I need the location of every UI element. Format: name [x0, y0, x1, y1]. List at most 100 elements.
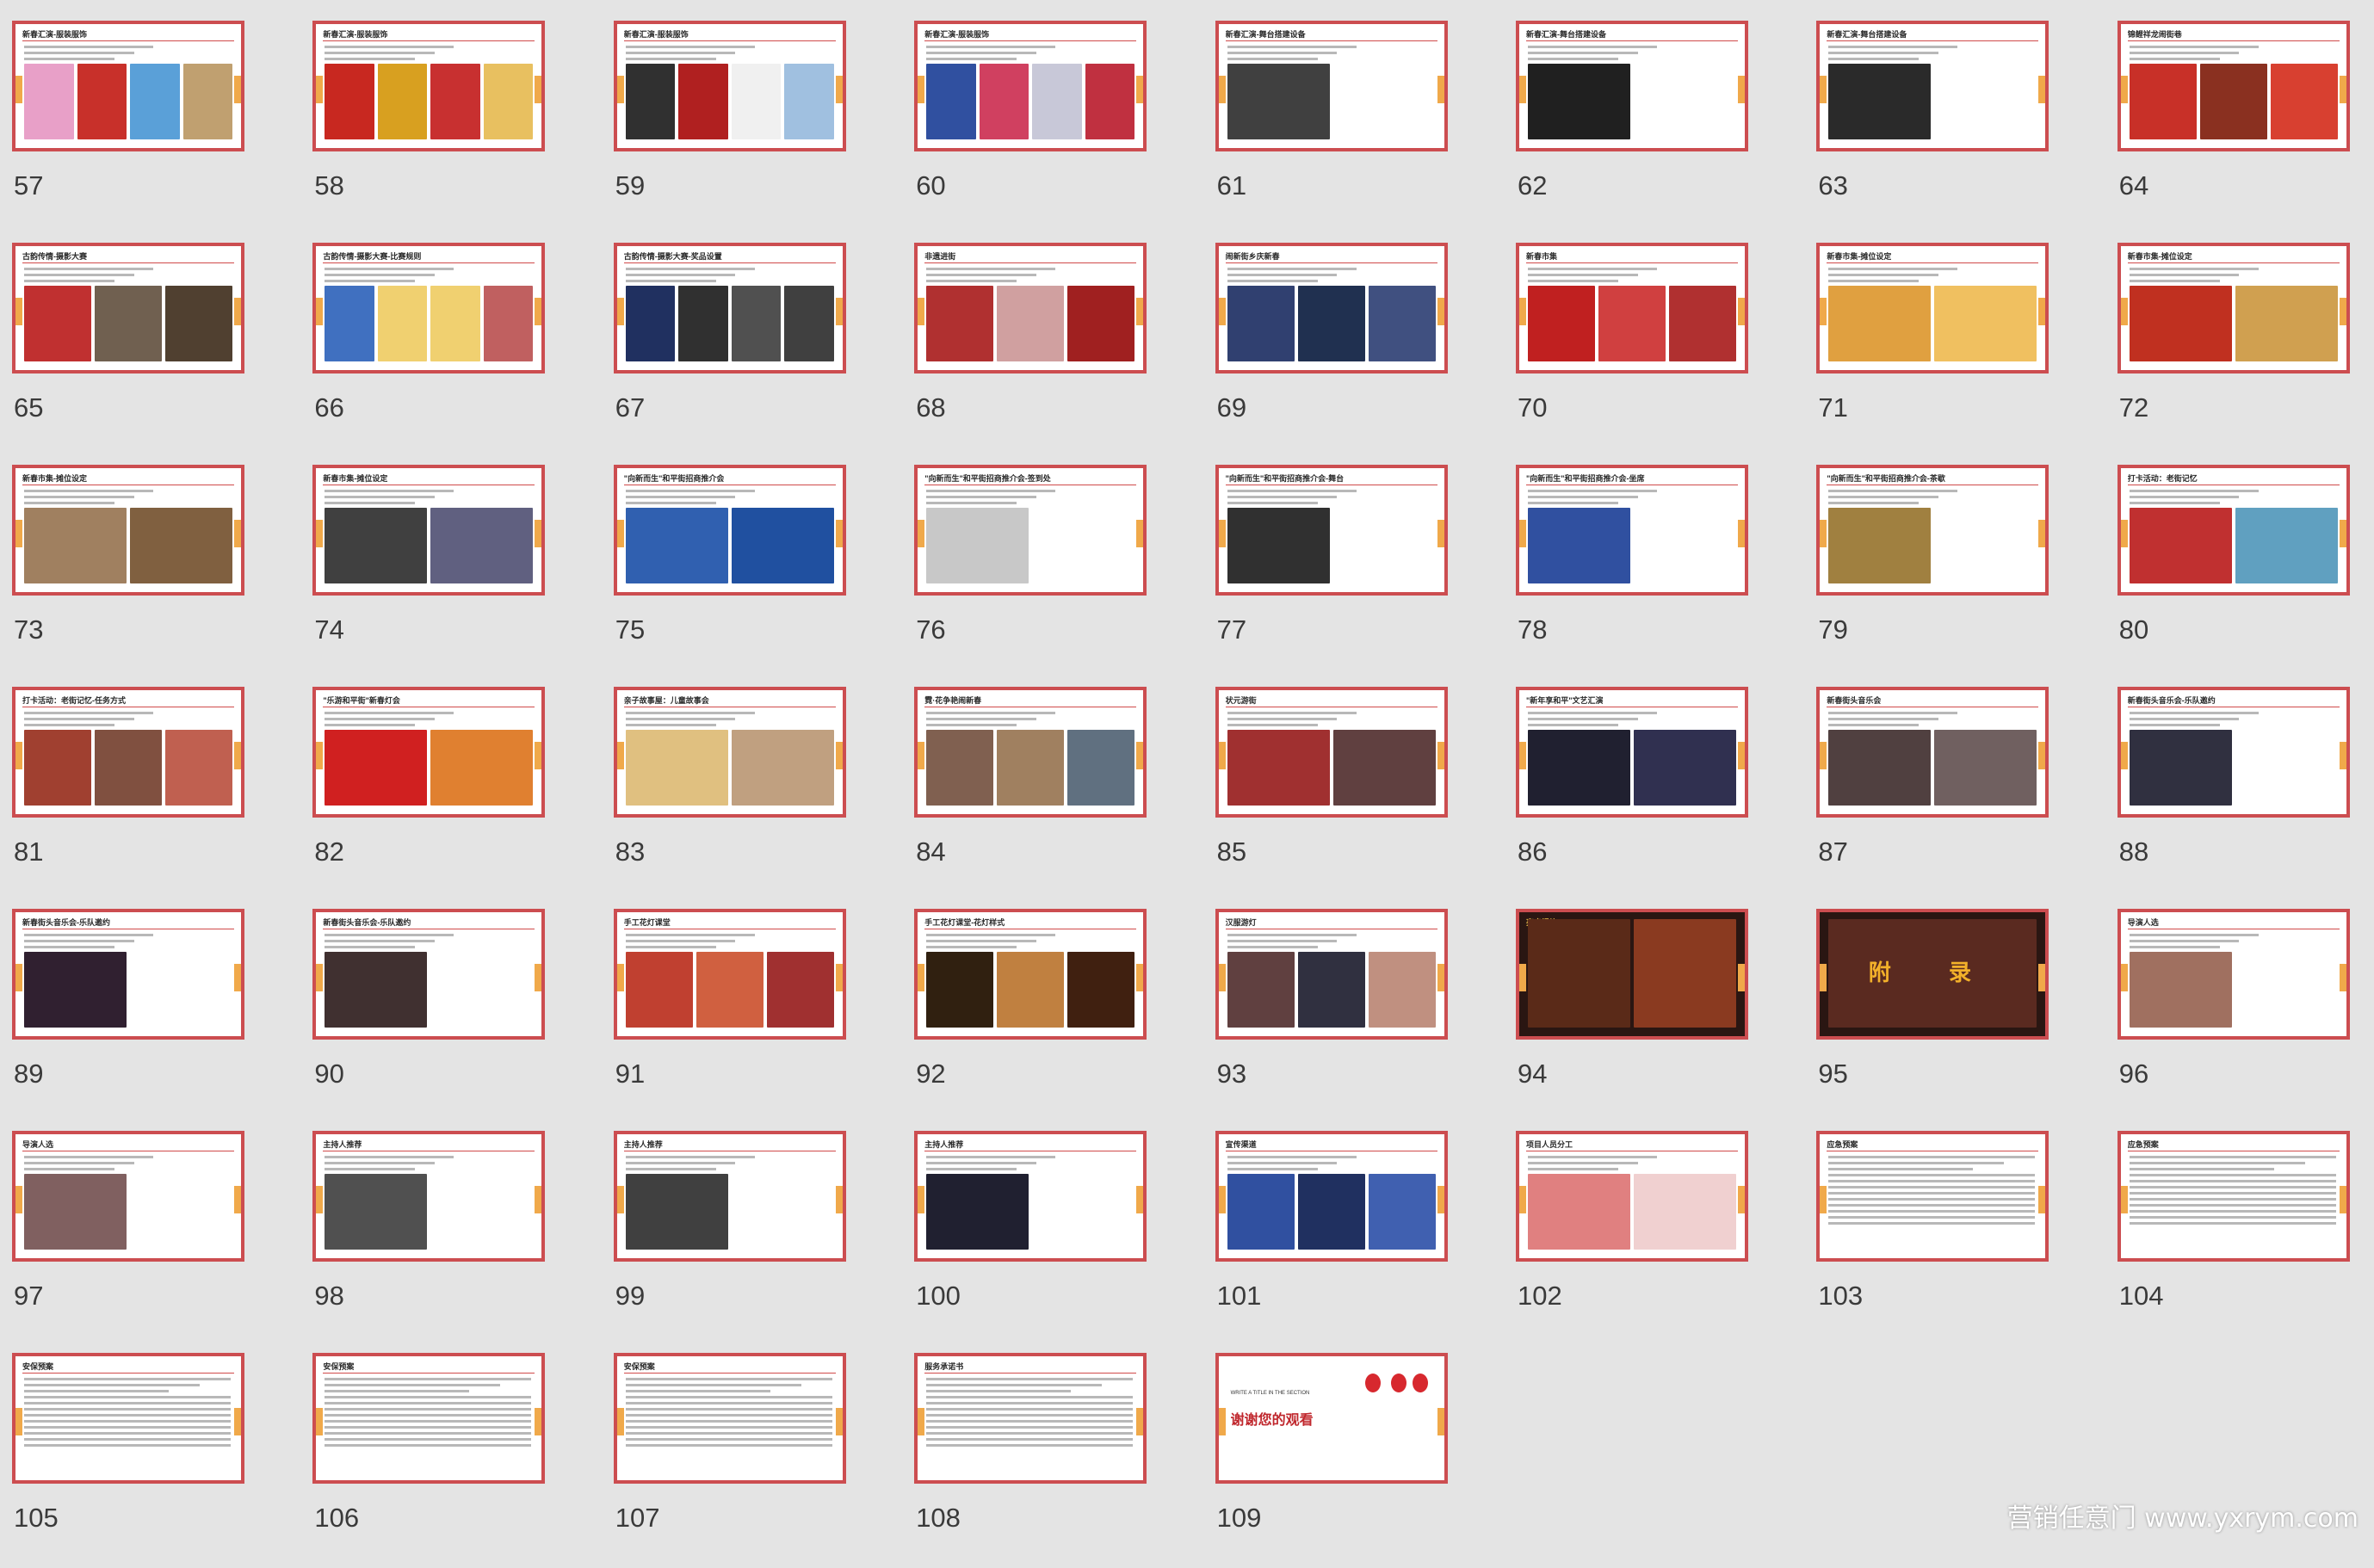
- slide-thumbnail[interactable]: WRITE A TITLE IN THE SECTION 谢谢您的观看: [1215, 1353, 1448, 1484]
- slide-thumbnail-cell[interactable]: 新春汇演-舞台搭建设备 63: [1816, 21, 2057, 236]
- slide-thumbnail-cell[interactable]: 应急预案 104: [2117, 1131, 2359, 1346]
- slide-thumbnail[interactable]: 新春街头音乐会-乐队邀约: [312, 909, 546, 1040]
- slide-thumbnail-cell[interactable]: 锦鲤祥龙闹街巷 64: [2117, 21, 2359, 236]
- slide-thumbnail-cell[interactable]: 主持人推荐 99: [613, 1131, 855, 1346]
- slide-thumbnail[interactable]: 新春街头音乐会-乐队邀约: [12, 909, 244, 1040]
- slide-thumbnail[interactable]: 新春市集-摊位设定: [2117, 243, 2350, 373]
- slide-thumbnail[interactable]: 应急预案: [1816, 1131, 2049, 1262]
- slide-thumbnail[interactable]: 状元游街: [1215, 687, 1448, 818]
- slide-thumbnail-cell[interactable]: 新春市集-摊位设定 74: [312, 465, 553, 680]
- slide-thumbnail-cell[interactable]: 新春市集-摊位设定 72: [2117, 243, 2359, 458]
- slide-thumbnail-cell[interactable]: "向新而生"和平街招商推介会-茶歇 79: [1816, 465, 2057, 680]
- slide-thumbnail-cell[interactable]: 亲子故事屋：儿童故事会 83: [613, 687, 855, 902]
- slide-thumbnail-cell[interactable]: 导演人选 97: [12, 1131, 253, 1346]
- slide-thumbnail-cell[interactable]: WRITE A TITLE IN THE SECTION 谢谢您的观看 109: [1215, 1353, 1456, 1568]
- slide-thumbnail[interactable]: 新春汇演-服装服饰: [312, 21, 546, 151]
- slide-thumbnail-cell[interactable]: 新春汇演-舞台搭建设备 61: [1215, 21, 1456, 236]
- slide-thumbnail-cell[interactable]: 新春市集-摊位设定 73: [12, 465, 253, 680]
- slide-thumbnail-cell[interactable]: 亮点提炼 94: [1516, 909, 1757, 1124]
- slide-thumbnail[interactable]: 古韵传情-摄影大赛-奖品设置: [613, 243, 846, 373]
- slide-thumbnail[interactable]: 新春汇演-服装服饰: [613, 21, 846, 151]
- slide-thumbnail-cell[interactable]: 服务承诺书 108: [914, 1353, 1155, 1568]
- slide-thumbnail-cell[interactable]: 安保预案 106: [312, 1353, 553, 1568]
- slide-thumbnail[interactable]: 新春市集-摊位设定: [1816, 243, 2049, 373]
- slide-thumbnail[interactable]: 安保预案: [12, 1353, 244, 1484]
- slide-thumbnail-cell[interactable]: 非遗进街 68: [914, 243, 1155, 458]
- slide-thumbnail-cell[interactable]: 新春街头音乐会-乐队邀约 88: [2117, 687, 2359, 902]
- slide-thumbnail[interactable]: 主持人推荐: [914, 1131, 1147, 1262]
- slide-thumbnail[interactable]: 安保预案: [312, 1353, 546, 1484]
- slide-thumbnail-cell[interactable]: 新春汇演-舞台搭建设备 62: [1516, 21, 1757, 236]
- slide-thumbnail[interactable]: 亲子故事屋：儿童故事会: [613, 687, 846, 818]
- slide-thumbnail-cell[interactable]: 项目人员分工 102: [1516, 1131, 1757, 1346]
- slide-thumbnail[interactable]: "新年享和平"文艺汇演: [1516, 687, 1748, 818]
- slide-thumbnail[interactable]: 新春汇演-服装服饰: [914, 21, 1147, 151]
- slide-thumbnail-cell[interactable]: 汉服游灯 93: [1215, 909, 1456, 1124]
- slide-thumbnail-cell[interactable]: 古韵传情-摄影大赛-奖品设置 67: [613, 243, 855, 458]
- slide-thumbnail-cell[interactable]: 附 录 95: [1816, 909, 2057, 1124]
- slide-thumbnail-cell[interactable]: 新春市集 70: [1516, 243, 1757, 458]
- slide-thumbnail-cell[interactable]: "向新而生"和平街招商推介会-坐席 78: [1516, 465, 1757, 680]
- slide-thumbnail[interactable]: 手工花灯课堂: [613, 909, 846, 1040]
- slide-thumbnail-cell[interactable]: "向新而生"和平街招商推介会-舞台 77: [1215, 465, 1456, 680]
- slide-thumbnail-cell[interactable]: 安保预案 107: [613, 1353, 855, 1568]
- slide-thumbnail-cell[interactable]: 应急预案 103: [1816, 1131, 2057, 1346]
- slide-thumbnail[interactable]: 汉服游灯: [1215, 909, 1448, 1040]
- slide-thumbnail-cell[interactable]: 手工花灯课堂 91: [613, 909, 855, 1124]
- slide-thumbnail-cell[interactable]: 闹新街乡庆新春 69: [1215, 243, 1456, 458]
- slide-thumbnail[interactable]: 新春汇演-舞台搭建设备: [1816, 21, 2049, 151]
- slide-thumbnail-cell[interactable]: 新春汇演-服装服饰 60: [914, 21, 1155, 236]
- slide-thumbnail[interactable]: 古韵传情-摄影大赛: [12, 243, 244, 373]
- slide-thumbnail[interactable]: 闹新街乡庆新春: [1215, 243, 1448, 373]
- slide-thumbnail-cell[interactable]: 古韵传情-摄影大赛 65: [12, 243, 253, 458]
- slide-thumbnail[interactable]: 锦鲤祥龙闹街巷: [2117, 21, 2350, 151]
- slide-thumbnail-cell[interactable]: 新春汇演-服装服饰 59: [613, 21, 855, 236]
- slide-thumbnail[interactable]: 亮点提炼: [1516, 909, 1748, 1040]
- slide-thumbnail[interactable]: 新春汇演-服装服饰: [12, 21, 244, 151]
- slide-thumbnail[interactable]: "向新而生"和平街招商推介会: [613, 465, 846, 596]
- slide-thumbnail[interactable]: 打卡活动：老街记忆: [2117, 465, 2350, 596]
- slide-thumbnail[interactable]: "向新而生"和平街招商推介会-舞台: [1215, 465, 1448, 596]
- slide-thumbnail[interactable]: 附 录: [1816, 909, 2049, 1040]
- slide-thumbnail-cell[interactable]: 新春街头音乐会 87: [1816, 687, 2057, 902]
- slide-thumbnail[interactable]: 古韵传情-摄影大赛-比赛规则: [312, 243, 546, 373]
- slide-thumbnail[interactable]: 新春汇演-舞台搭建设备: [1516, 21, 1748, 151]
- slide-thumbnail[interactable]: 服务承诺书: [914, 1353, 1147, 1484]
- slide-thumbnail[interactable]: "向新而生"和平街招商推介会-坐席: [1516, 465, 1748, 596]
- slide-thumbnail[interactable]: 应急预案: [2117, 1131, 2350, 1262]
- slide-thumbnail-cell[interactable]: 新春街头音乐会-乐队邀约 90: [312, 909, 553, 1124]
- slide-thumbnail[interactable]: 安保预案: [613, 1353, 846, 1484]
- slide-thumbnail-cell[interactable]: "乐游和平街"新春灯会 82: [312, 687, 553, 902]
- slide-thumbnail-cell[interactable]: 手工花灯课堂-花灯样式 92: [914, 909, 1155, 1124]
- slide-thumbnail-cell[interactable]: 新春街头音乐会-乐队邀约 89: [12, 909, 253, 1124]
- slide-thumbnail-cell[interactable]: 打卡活动：老街记忆-任务方式 81: [12, 687, 253, 902]
- slide-thumbnail[interactable]: 宣传渠道: [1215, 1131, 1448, 1262]
- slide-thumbnail[interactable]: "乐游和平街"新春灯会: [312, 687, 546, 818]
- slide-thumbnail[interactable]: 项目人员分工: [1516, 1131, 1748, 1262]
- slide-thumbnail[interactable]: 主持人推荐: [312, 1131, 546, 1262]
- slide-thumbnail[interactable]: 新春市集-摊位设定: [312, 465, 546, 596]
- slide-thumbnail[interactable]: 新春街头音乐会: [1816, 687, 2049, 818]
- slide-thumbnail-cell[interactable]: 新春汇演-服装服饰 58: [312, 21, 553, 236]
- slide-thumbnail[interactable]: 打卡活动：老街记忆-任务方式: [12, 687, 244, 818]
- slide-thumbnail-cell[interactable]: 状元游街 85: [1215, 687, 1456, 902]
- slide-thumbnail[interactable]: 导演人选: [12, 1131, 244, 1262]
- slide-thumbnail[interactable]: "向新而生"和平街招商推介会-签到处: [914, 465, 1147, 596]
- slide-thumbnail-cell[interactable]: 宣传渠道 101: [1215, 1131, 1456, 1346]
- slide-thumbnail-cell[interactable]: 新春市集-摊位设定 71: [1816, 243, 2057, 458]
- slide-thumbnail-cell[interactable]: 霓·花争艳闹新春 84: [914, 687, 1155, 902]
- slide-thumbnail-cell[interactable]: 古韵传情-摄影大赛-比赛规则 66: [312, 243, 553, 458]
- slide-thumbnail-cell[interactable]: 新春汇演-服装服饰 57: [12, 21, 253, 236]
- slide-thumbnail[interactable]: 非遗进街: [914, 243, 1147, 373]
- slide-thumbnail-cell[interactable]: "向新而生"和平街招商推介会 75: [613, 465, 855, 680]
- slide-thumbnail[interactable]: 手工花灯课堂-花灯样式: [914, 909, 1147, 1040]
- slide-thumbnail-cell[interactable]: 安保预案 105: [12, 1353, 253, 1568]
- slide-thumbnail[interactable]: 新春汇演-舞台搭建设备: [1215, 21, 1448, 151]
- slide-thumbnail[interactable]: 新春市集-摊位设定: [12, 465, 244, 596]
- slide-thumbnail[interactable]: 新春市集: [1516, 243, 1748, 373]
- slide-thumbnail[interactable]: 导演人选: [2117, 909, 2350, 1040]
- slide-thumbnail-cell[interactable]: 主持人推荐 98: [312, 1131, 553, 1346]
- slide-thumbnail[interactable]: 新春街头音乐会-乐队邀约: [2117, 687, 2350, 818]
- slide-thumbnail-cell[interactable]: 导演人选 96: [2117, 909, 2359, 1124]
- slide-thumbnail[interactable]: 霓·花争艳闹新春: [914, 687, 1147, 818]
